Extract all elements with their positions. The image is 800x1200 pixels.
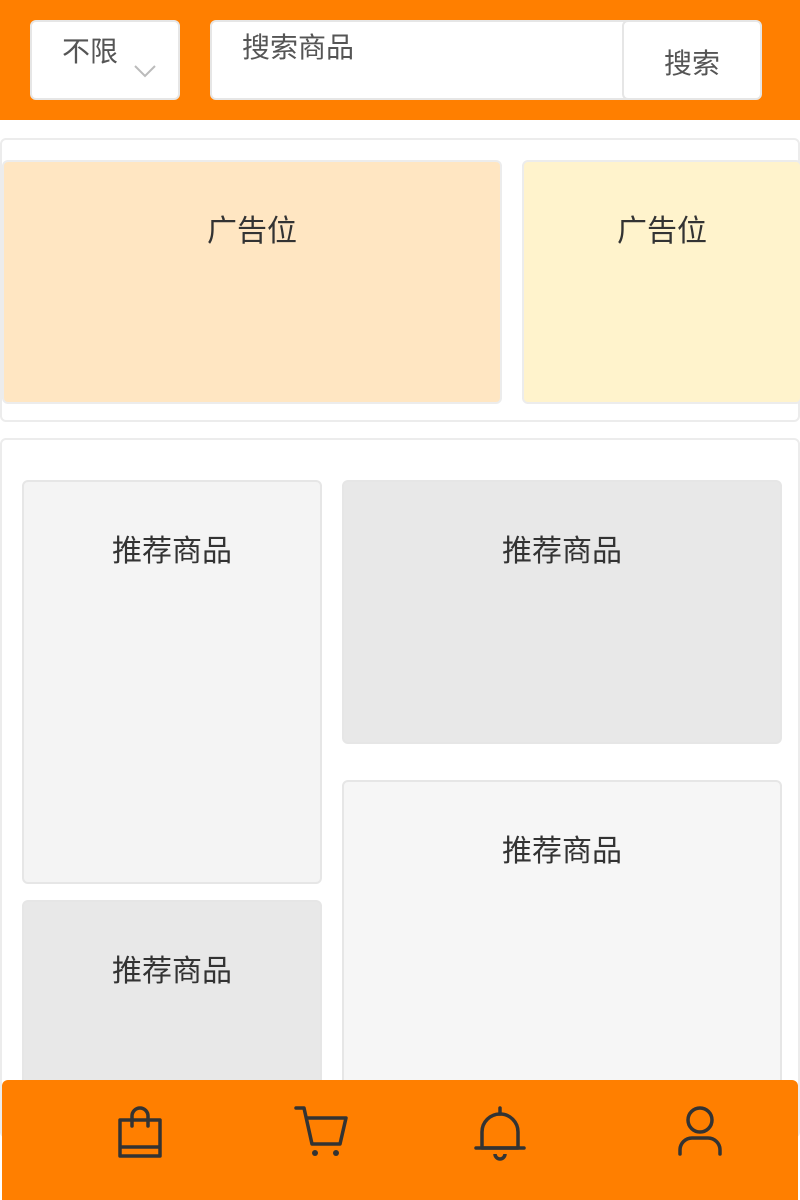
product-label: 推荐商品 bbox=[502, 534, 622, 569]
bottom-nav bbox=[2, 1080, 798, 1200]
product-label: 推荐商品 bbox=[112, 954, 232, 989]
search-box: 搜索 bbox=[210, 20, 762, 100]
ad-label: 广告位 bbox=[617, 214, 707, 249]
top-bar: 不限 搜索 bbox=[0, 0, 800, 120]
nav-profile[interactable] bbox=[670, 1102, 730, 1162]
product-label: 推荐商品 bbox=[112, 534, 232, 569]
ad-slot[interactable]: 广告位 bbox=[522, 160, 800, 404]
ad-section: 广告位 广告位 bbox=[0, 138, 800, 422]
filter-label: 不限 bbox=[62, 35, 119, 68]
search-input[interactable] bbox=[242, 24, 612, 70]
recommended-product-card[interactable]: 推荐商品 bbox=[342, 480, 782, 744]
cart-icon bbox=[294, 1106, 348, 1156]
shopping-bag-icon bbox=[118, 1106, 162, 1158]
chevron-down-icon bbox=[134, 65, 156, 78]
search-button[interactable]: 搜索 bbox=[622, 20, 762, 100]
ad-slot[interactable]: 广告位 bbox=[2, 160, 502, 404]
bell-icon bbox=[474, 1106, 526, 1161]
recommended-product-card[interactable]: 推荐商品 bbox=[22, 480, 322, 884]
ad-label: 广告位 bbox=[207, 214, 297, 249]
filter-dropdown[interactable]: 不限 bbox=[30, 20, 180, 100]
user-icon bbox=[678, 1106, 722, 1156]
nav-shop[interactable] bbox=[110, 1102, 170, 1162]
nav-notifications[interactable] bbox=[470, 1102, 530, 1162]
nav-cart[interactable] bbox=[290, 1102, 350, 1162]
product-label: 推荐商品 bbox=[502, 834, 622, 869]
recommended-section: 推荐商品 推荐商品 推荐商品 推荐商品 bbox=[0, 438, 800, 1140]
